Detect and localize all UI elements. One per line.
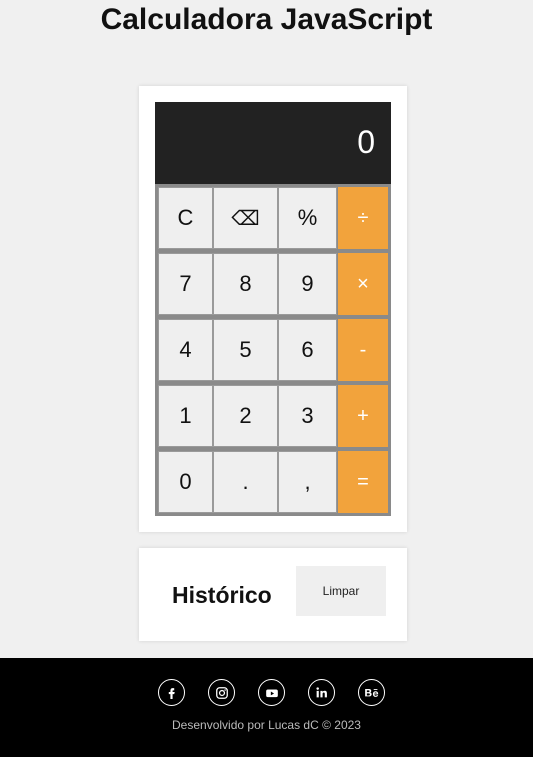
key-1[interactable]: 1 — [158, 385, 213, 447]
key-comma[interactable]: , — [278, 451, 337, 513]
display-value: 0 — [357, 124, 375, 160]
key-3[interactable]: 3 — [278, 385, 337, 447]
key-8[interactable]: 8 — [213, 253, 278, 315]
calculator-card: 0 C ⌫ % ÷ 7 8 9 × 4 5 6 - 1 2 3 + 0 . , … — [139, 86, 407, 532]
calculator-display: 0 — [155, 102, 391, 184]
key-5[interactable]: 5 — [213, 319, 278, 381]
history-card: Histórico Limpar — [139, 548, 407, 641]
key-2[interactable]: 2 — [213, 385, 278, 447]
key-4[interactable]: 4 — [158, 319, 213, 381]
behance-icon[interactable] — [358, 679, 385, 706]
linkedin-icon[interactable] — [308, 679, 335, 706]
history-title: Histórico — [172, 582, 272, 608]
clear-history-button[interactable]: Limpar — [296, 566, 386, 616]
page-title: Calculadora JavaScript — [100, 3, 433, 36]
key-7[interactable]: 7 — [158, 253, 213, 315]
key-subtract[interactable]: - — [338, 319, 388, 381]
key-clear[interactable]: C — [158, 187, 213, 249]
instagram-icon[interactable] — [208, 679, 235, 706]
key-0[interactable]: 0 — [158, 451, 213, 513]
key-backspace[interactable]: ⌫ — [213, 187, 278, 249]
youtube-icon[interactable] — [258, 679, 285, 706]
footer-credit: Desenvolvido por Lucas dC © 2023 — [172, 718, 361, 732]
key-divide[interactable]: ÷ — [338, 187, 388, 249]
key-percent[interactable]: % — [278, 187, 337, 249]
key-decimal-point[interactable]: . — [213, 451, 278, 513]
footer: Desenvolvido por Lucas dC © 2023 — [0, 658, 533, 757]
keypad: C ⌫ % ÷ 7 8 9 × 4 5 6 - 1 2 3 + 0 . , = — [155, 184, 391, 516]
facebook-icon[interactable] — [158, 679, 185, 706]
key-9[interactable]: 9 — [278, 253, 337, 315]
key-6[interactable]: 6 — [278, 319, 337, 381]
key-add[interactable]: + — [338, 385, 388, 447]
key-equals[interactable]: = — [338, 451, 388, 513]
key-multiply[interactable]: × — [338, 253, 388, 315]
